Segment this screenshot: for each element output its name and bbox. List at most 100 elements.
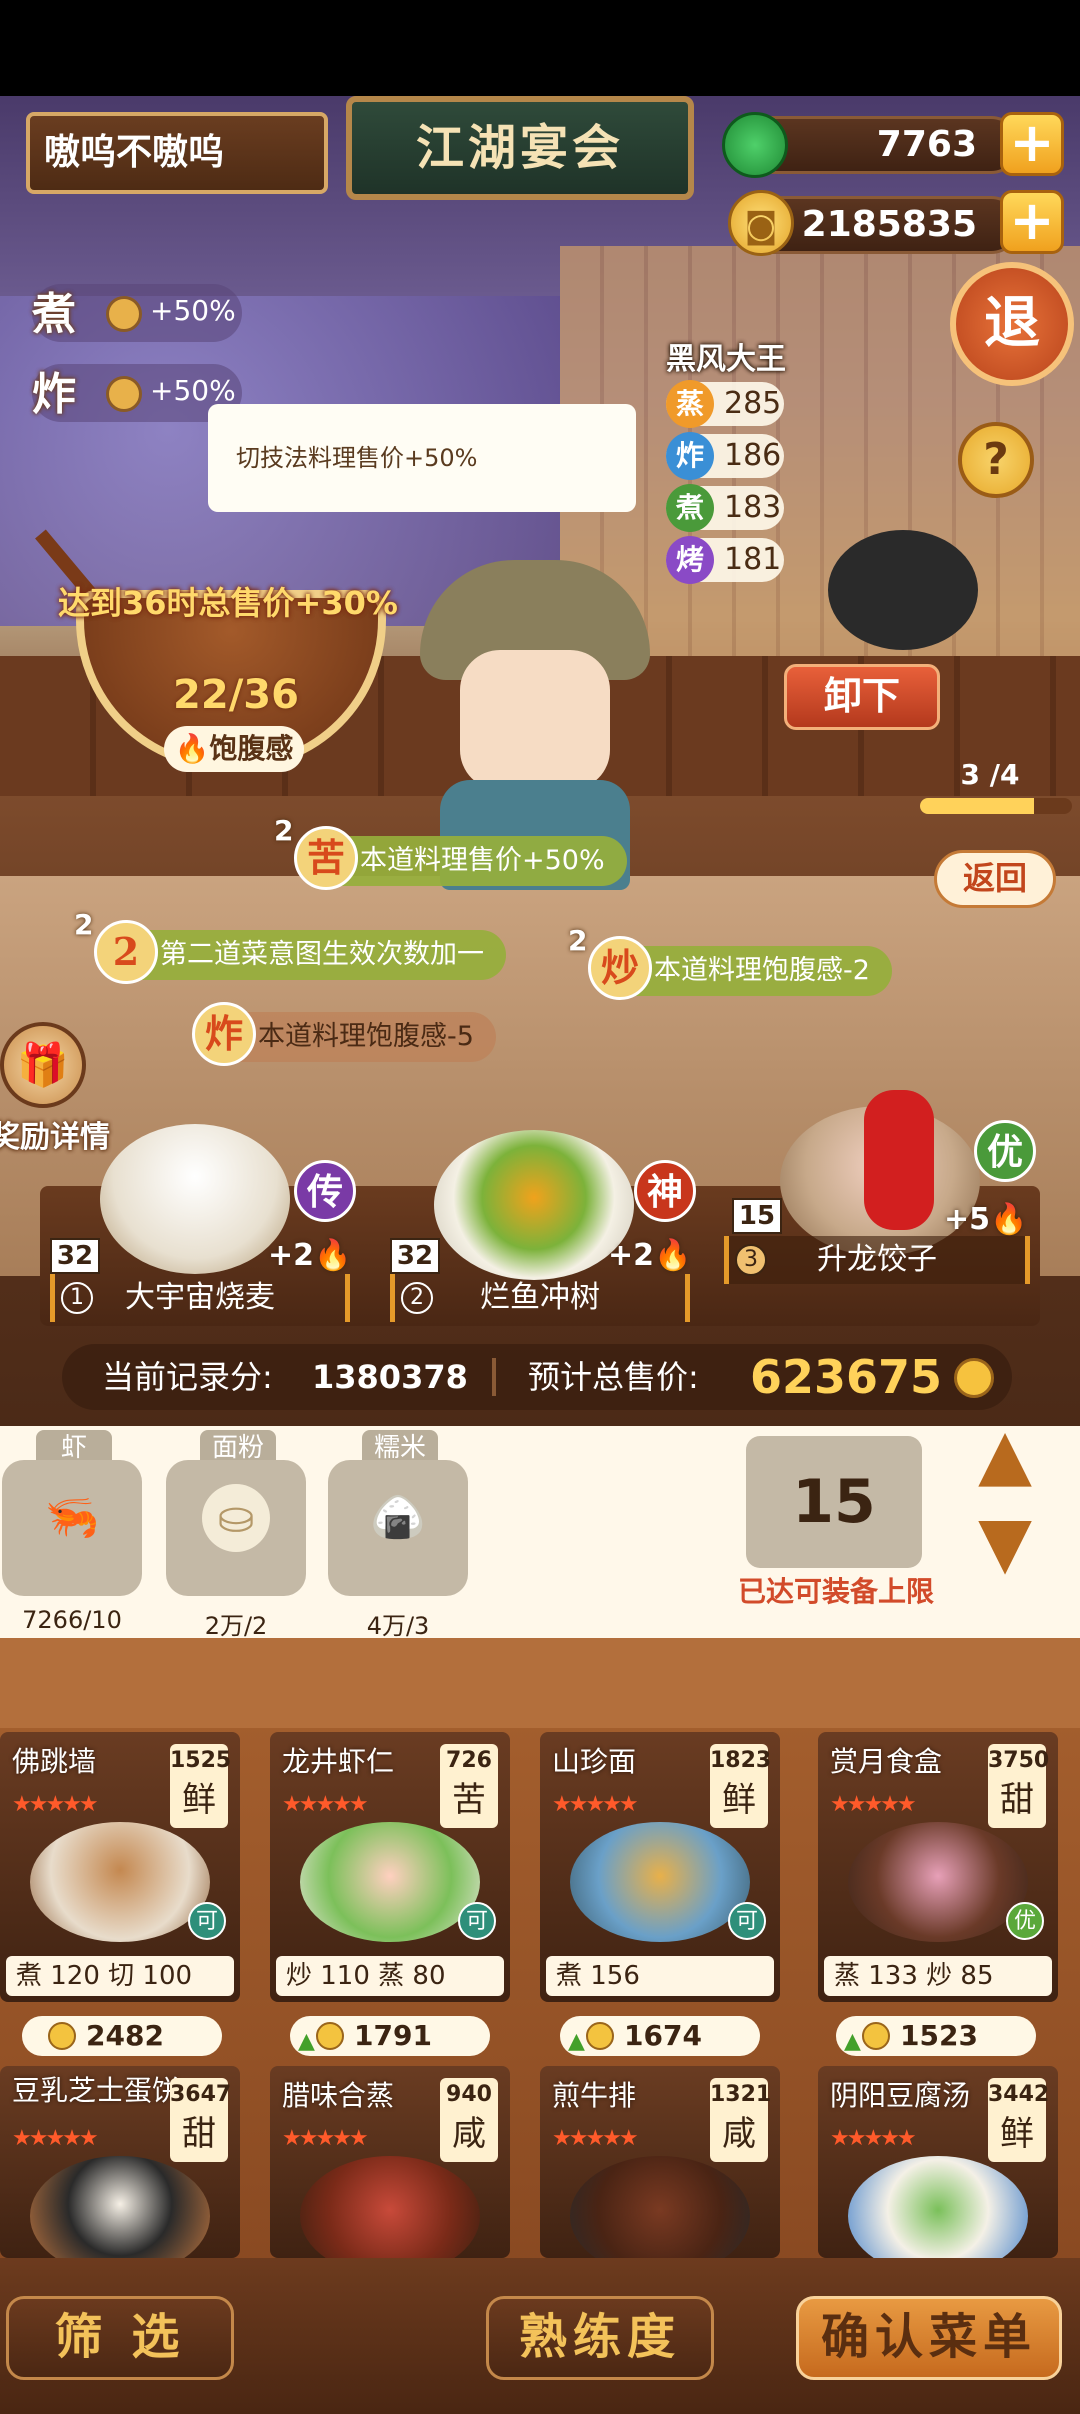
unload-button[interactable]: 卸下 [784,664,940,730]
reward-gift-icon[interactable]: 🎁 [0,1022,86,1108]
dish-name: 豆乳芝士蛋饼 [12,2074,181,2107]
price-up-arrow-icon: ▲ [568,2029,585,2054]
dish-level: 32 [50,1238,100,1274]
add-jade-button[interactable]: + [1000,112,1064,176]
record-score-label: 当前记录分: [102,1358,273,1396]
price-up-arrow-icon: ▲ [298,2029,315,2054]
skill-badge: 蒸 [666,380,714,428]
scroll-up-button[interactable]: ▲ [966,1419,1044,1489]
flavor: 咸 [722,2114,756,2154]
ingredient-flour[interactable]: 面粉 ⛀ 2万/2 [166,1430,306,1640]
dish-level: 32 [390,1238,440,1274]
buff-skill: 炸 [32,369,76,420]
dish-cost-badge: 1321 咸 [710,2078,772,2162]
dish-image [300,1822,480,1942]
coin-icon: ◙ [728,190,794,256]
star-rating: ★★★★★ [830,2126,917,2151]
satiety-bonus: +5🔥 [944,1202,1027,1237]
rice-icon: 🍙 [370,1492,426,1543]
ingredient-rice[interactable]: 糯米 🍙 4万/3 [328,1430,468,1640]
dish-cost: 3750 [988,1748,1050,1773]
back-button[interactable]: 返回 [934,850,1056,908]
shelf [0,1638,1080,1728]
confirm-menu-button[interactable]: 确认菜单 [796,2296,1062,2380]
menu-card[interactable]: 煎牛排 1321 咸 ★★★★★ [540,2066,780,2258]
bonus-value: +5 [944,1202,991,1237]
price-value: 2482 [86,2019,164,2052]
dish-price: 2482 [22,2016,222,2056]
red-dragon-icon [864,1090,934,1230]
opponent-stat: 蒸 285 [666,380,784,428]
coin-icon [106,376,142,412]
dish-cost: 940 [446,2082,492,2107]
help-button[interactable]: ? [958,422,1034,498]
grade-badge: 神 [634,1160,696,1222]
page-progress-fill [920,798,1034,814]
menu-card[interactable]: 赏月食盒 3750 甜 ★★★★★ 优 蒸 133 炒 85 [818,1732,1058,2002]
exit-button[interactable]: 退 [950,262,1074,386]
page-progress-bar [920,798,1072,814]
available-badge: 可 [458,1902,496,1940]
dish-image [300,2156,480,2258]
flame-icon: 🔥 [990,1202,1028,1237]
dumpling-dish-image [100,1124,290,1274]
menu-card[interactable]: 豆乳芝士蛋饼 3647 甜 ★★★★★ [0,2066,240,2258]
event-title-sign: 江湖宴会 [346,96,694,200]
dish-cost: 1321 [710,2082,772,2107]
dish-slot[interactable]: 优 15 +5🔥 3 升龙饺子 [724,1090,1044,1300]
menu-card[interactable]: 佛跳墙 1525 鲜 ★★★★★ 可 煮 120 切 100 [0,1732,240,2002]
effect-banner: 2 炒 本道料理饱腹感-2 [568,924,892,1000]
dish-name: 龙井虾仁 [282,1745,395,1778]
menu-card[interactable]: 山珍面 1823 鲜 ★★★★★ 可 煮 156 [540,1732,780,2002]
effect-badge: 2 [94,920,158,984]
price-value: 1791 [354,2019,432,2052]
dish-name: 佛跳墙 [12,1745,97,1778]
star-rating: ★★★★★ [552,1792,639,1817]
add-coins-button[interactable]: + [1000,190,1064,254]
coin-icon [106,296,142,332]
skill-badge: 炸 [666,432,714,480]
flame-icon: 🔥 [314,1238,352,1273]
effect-count: 2 [568,924,588,957]
dish-cost: 3442 [988,2082,1050,2107]
dish-image [848,1822,1028,1942]
dish-name: 煎牛排 [552,2079,637,2112]
jade-amount: 7763 [876,124,977,165]
filter-button[interactable]: 筛 选 [6,2296,234,2380]
effect-text: 第二道菜意图生效次数加一 [160,939,484,970]
fish-dish-image [434,1130,634,1280]
flavor: 鲜 [182,1780,216,1820]
ingredient-count: 2万/2 [204,1612,268,1640]
satiety-goal: 达到36时总售价+30% [58,584,398,622]
dish-cost-badge: 3647 甜 [170,2078,231,2162]
menu-card[interactable]: 龙井虾仁 726 苦 ★★★★★ 可 炒 110 蒸 80 [270,1732,510,2002]
effect-badge: 炒 [588,936,652,1000]
proficiency-button[interactable]: 熟练度 [486,2296,714,2380]
effect-text: 本道料理饱腹感-2 [654,955,870,986]
ingredient-shrimp[interactable]: 虾 🦐 7266/10 [2,1430,142,1640]
dish-skill-requirements: 煮 120 切 100 [6,1956,234,1996]
opponent-stat: 煮 183 [666,484,784,532]
flavor: 甜 [1000,1780,1034,1820]
buff-value: +50% [150,374,236,407]
menu-card[interactable]: 阴阳豆腐汤 3442 鲜 ★★★★★ [818,2066,1058,2258]
dish-slot[interactable]: 传 32 +2🔥 1 大宇宙烧麦 [44,1104,356,1322]
dish-skill-requirements: 炒 110 蒸 80 [276,1956,504,1996]
ingredient-count: 4万/3 [366,1612,430,1640]
effect-tooltip: 切技法料理售价+50% [208,404,636,512]
dish-image [30,1822,210,1942]
effect-count: 2 [274,814,294,847]
dish-slot[interactable]: 神 32 +2🔥 2 烂鱼冲树 [384,1104,696,1322]
dish-cost: 726 [446,1748,492,1773]
satiety-progress: 22/36 [173,672,299,718]
dish-image [30,2156,210,2258]
effect-banner: 炸 本道料理饱腹感-5 [192,1002,496,1066]
scroll-down-button[interactable]: ▼ [966,1507,1044,1577]
coin-icon [954,1358,994,1398]
dish-cost: 1823 [710,1748,772,1773]
menu-card[interactable]: 腊味合蒸 940 咸 ★★★★★ [270,2066,510,2258]
dish-name: 腊味合蒸 [282,2079,395,2112]
flame-icon: 🔥 [174,732,210,765]
coin-amount: 2185835 [801,204,977,245]
black-bear-opponent [828,530,978,650]
